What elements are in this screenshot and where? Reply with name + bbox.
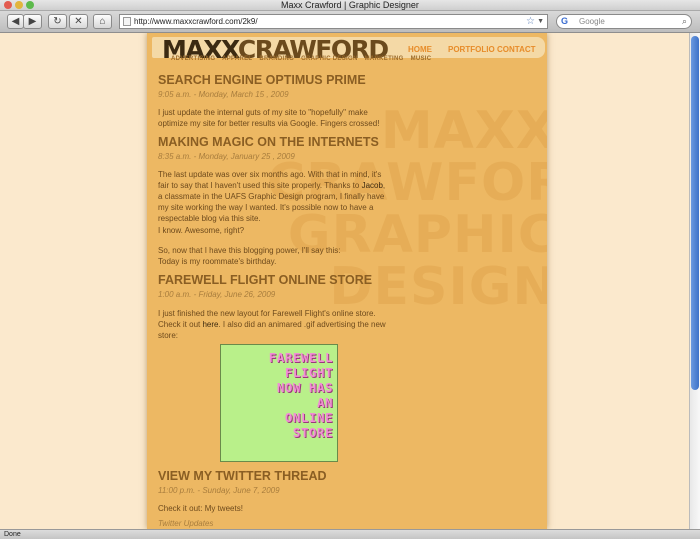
category-advertising-link[interactable]: ADVERTISING bbox=[171, 56, 215, 62]
post-title[interactable]: VIEW MY TWITTER THREAD bbox=[158, 469, 327, 483]
minimize-window-icon[interactable] bbox=[15, 1, 23, 9]
zoom-window-icon[interactable] bbox=[26, 1, 34, 9]
stop-button[interactable]: ✕ bbox=[69, 14, 88, 29]
category-graphic-design-link[interactable]: GRAPHIC DESIGN bbox=[301, 56, 358, 62]
store-promo-image[interactable]: FAREWELL FLIGHT NOW HAS AN ONLINE STORE bbox=[220, 344, 338, 462]
post-date: 8:35 a.m. - Monday, January 25 , 2009 bbox=[158, 152, 295, 161]
category-marketing-link[interactable]: MARKETING bbox=[365, 56, 404, 62]
page-favicon-icon bbox=[123, 17, 131, 26]
twitter-updates-label: Twitter Updates bbox=[158, 519, 214, 528]
post-title[interactable]: SEARCH ENGINE OPTIMUS PRIME bbox=[158, 73, 366, 87]
forward-arrow-icon: ▶ bbox=[28, 16, 37, 27]
home-icon: ⌂ bbox=[99, 16, 106, 27]
post-body: The last update was over six months ago.… bbox=[158, 170, 386, 223]
home-button[interactable]: ⌂ bbox=[93, 14, 112, 29]
store-link[interactable]: here bbox=[202, 320, 218, 329]
address-url: http://www.maxxcrawford.com/2k9/ bbox=[134, 17, 258, 26]
post-body: I just update the internal guts of my si… bbox=[158, 108, 380, 128]
site-header-banner: MAXXCRAWFORD HOME PORTFOLIO CONTACT bbox=[152, 37, 545, 63]
history-dropdown-icon[interactable]: ▼ bbox=[537, 15, 544, 28]
post-body: I just finished the new layout for Farew… bbox=[158, 309, 386, 340]
close-window-icon[interactable] bbox=[4, 1, 12, 9]
back-arrow-icon: ◀ bbox=[11, 16, 20, 27]
back-button[interactable]: ◀ bbox=[7, 14, 24, 29]
search-placeholder: Google bbox=[579, 17, 605, 26]
address-bar[interactable]: http://www.maxxcrawford.com/2k9/ ☆ ▼ bbox=[119, 14, 548, 29]
nav-home-link[interactable]: HOME bbox=[408, 45, 432, 54]
reload-icon: ↻ bbox=[53, 16, 62, 27]
google-engine-icon[interactable]: G bbox=[561, 15, 568, 28]
post-body: So, now that I have this blogging power,… bbox=[158, 246, 341, 266]
vertical-scrollbar[interactable] bbox=[689, 33, 700, 529]
category-apparel-link[interactable]: APPAREL bbox=[222, 56, 252, 62]
status-bar: Done bbox=[0, 529, 700, 539]
post-body: I know. Awesome, right? bbox=[158, 226, 245, 235]
category-branding-link[interactable]: BRANDING bbox=[259, 56, 294, 62]
content-column: MAXX CRAWFORD GRAPHIC DESIGN MAXXCRAWFOR… bbox=[147, 33, 547, 529]
scrollbar-thumb[interactable] bbox=[691, 36, 699, 390]
browser-toolbar: ◀ ▶ ↻ ✕ ⌂ http://www.maxxcrawford.com/2k… bbox=[0, 11, 700, 33]
category-music-link[interactable]: MUSIC bbox=[411, 56, 432, 62]
post-body: Check it out: My tweets! bbox=[158, 504, 243, 513]
post-title[interactable]: FAREWELL FLIGHT ONLINE STORE bbox=[158, 273, 372, 287]
window-titlebar: Maxx Crawford | Graphic Designer bbox=[0, 0, 700, 11]
window-title: Maxx Crawford | Graphic Designer bbox=[281, 0, 419, 10]
post-title[interactable]: MAKING MAGIC ON THE INTERNETS bbox=[158, 135, 379, 149]
nav-portfolio-link[interactable]: PORTFOLIO bbox=[448, 45, 495, 54]
reload-button[interactable]: ↻ bbox=[48, 14, 67, 29]
search-box[interactable]: G Google ⌕ bbox=[556, 14, 692, 29]
search-icon[interactable]: ⌕ bbox=[682, 15, 687, 28]
post-date: 9:05 a.m. - Monday, March 15 , 2009 bbox=[158, 90, 289, 99]
post-date: 11:00 p.m. - Sunday, June 7, 2009 bbox=[158, 486, 280, 495]
stop-icon: ✕ bbox=[74, 16, 83, 27]
post-date: 1:00 a.m. - Friday, June 26, 2009 bbox=[158, 290, 276, 299]
web-viewport[interactable]: MAXX CRAWFORD GRAPHIC DESIGN MAXXCRAWFOR… bbox=[0, 33, 689, 529]
nav-contact-link[interactable]: CONTACT bbox=[497, 45, 536, 54]
category-nav: ADVERTISING APPAREL BRANDING GRAPHIC DES… bbox=[171, 56, 436, 62]
forward-button[interactable]: ▶ bbox=[23, 14, 42, 29]
status-text: Done bbox=[4, 531, 21, 538]
jacob-link[interactable]: Jacob bbox=[362, 181, 383, 190]
bookmark-star-icon[interactable]: ☆ bbox=[526, 15, 535, 28]
watermark-word: DESIGN bbox=[329, 257, 547, 317]
